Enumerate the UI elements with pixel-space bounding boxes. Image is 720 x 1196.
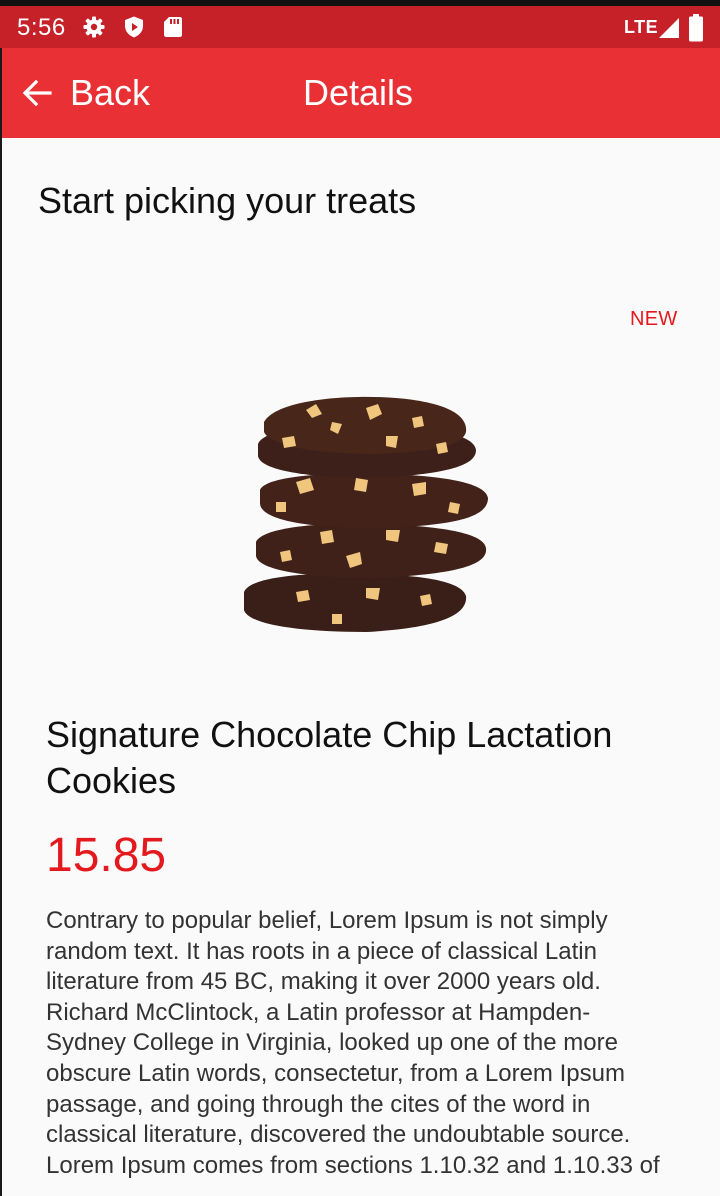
settings-icon [83, 16, 105, 38]
screen: 5:56 LTE Back Details Start picking your… [0, 0, 720, 1196]
network-type: LTE [624, 17, 659, 37]
battery-icon [689, 14, 703, 42]
shield-icon [125, 16, 143, 38]
sd-card-icon [164, 17, 182, 37]
product-image[interactable] [236, 392, 492, 640]
product-name: Signature Chocolate Chip Lactation Cooki… [46, 714, 613, 801]
new-badge: NEW [630, 308, 678, 330]
back-arrow-icon[interactable] [20, 76, 54, 110]
section-heading: Start picking your treats [38, 180, 417, 221]
page-title: Details [303, 72, 414, 113]
status-time: 5:56 [17, 14, 66, 41]
signal-icon [659, 18, 679, 38]
product-description: Contrary to popular belief, Lorem Ipsum … [46, 907, 660, 1179]
cookie-stack [244, 396, 488, 632]
product-price: 15.85 [46, 829, 167, 882]
left-edge [0, 48, 2, 1196]
app-bar: Back Details [2, 48, 720, 138]
back-button[interactable]: Back [70, 72, 150, 114]
status-bar: 5:56 LTE [0, 6, 720, 48]
